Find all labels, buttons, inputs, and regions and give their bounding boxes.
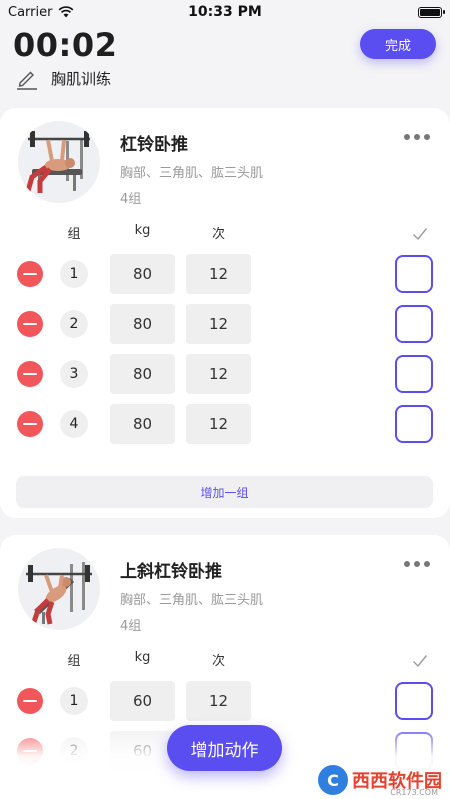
set-row: 3 80 12	[0, 354, 450, 394]
exercise-muscles: 胸部、三角肌、肱三头肌	[120, 593, 264, 608]
set-number: 2	[60, 310, 88, 338]
set-number: 1	[60, 260, 88, 288]
checkmark-icon	[413, 228, 428, 241]
set-done-checkbox[interactable]	[395, 405, 433, 443]
finish-button[interactable]: 完成	[360, 29, 436, 59]
kg-input[interactable]: 80	[110, 354, 175, 394]
workout-timer: 00:02	[13, 26, 118, 64]
kg-input[interactable]: 80	[110, 254, 175, 294]
set-done-checkbox[interactable]	[395, 305, 433, 343]
delete-set-button[interactable]	[17, 688, 43, 714]
site-watermark-logo: C 西西软件园 CR173.COM	[318, 765, 442, 797]
watermark-logo-icon: C	[318, 765, 348, 795]
pencil-icon[interactable]	[15, 66, 39, 90]
wifi-icon	[59, 6, 74, 18]
set-row: 1 80 12	[0, 254, 450, 294]
reps-input[interactable]: 12	[186, 304, 251, 344]
set-done-checkbox[interactable]	[395, 355, 433, 393]
set-number: 4	[60, 410, 88, 438]
exercise-image-bench-press	[18, 121, 100, 203]
delete-set-button[interactable]	[17, 361, 43, 387]
header: 00:02 完成 胸肌训练	[0, 24, 450, 104]
column-header-reps: 次	[211, 227, 225, 242]
plan-name: 胸肌训练	[51, 69, 112, 88]
kg-input[interactable]: 80	[110, 404, 175, 444]
exercise-sets-count: 4组	[120, 619, 142, 634]
exercise-muscles: 胸部、三角肌、肱三头肌	[120, 166, 264, 181]
column-header-kg: kg	[134, 650, 151, 665]
set-row: 2 80 12	[0, 304, 450, 344]
add-exercise-button[interactable]: 增加动作	[167, 725, 282, 771]
column-header-set: 组	[67, 654, 81, 669]
exercise-card: 杠铃卧推 胸部、三角肌、肱三头肌 4组 组 kg 次 1 80 12 2 80 …	[0, 108, 450, 518]
exercise-name: 杠铃卧推	[120, 135, 188, 155]
delete-set-button[interactable]	[17, 411, 43, 437]
watermark-subtext: CR173.COM	[390, 788, 438, 797]
set-number: 1	[60, 687, 88, 715]
more-dots-icon[interactable]	[404, 134, 430, 140]
reps-input[interactable]: 12	[186, 254, 251, 294]
reps-input[interactable]: 12	[186, 404, 251, 444]
reps-input[interactable]: 12	[186, 681, 251, 721]
battery-icon	[418, 6, 445, 18]
set-done-checkbox[interactable]	[395, 255, 433, 293]
column-header-reps: 次	[211, 654, 225, 669]
set-row: 4 80 12	[0, 404, 450, 444]
set-done-checkbox[interactable]	[395, 682, 433, 720]
exercise-sets-count: 4组	[120, 192, 142, 207]
column-header-kg: kg	[134, 223, 151, 238]
add-set-button[interactable]: 增加一组	[16, 476, 433, 508]
status-left: Carrier	[8, 5, 74, 20]
set-number: 3	[60, 360, 88, 388]
reps-input[interactable]: 12	[186, 354, 251, 394]
carrier-label: Carrier	[8, 4, 53, 20]
kg-input[interactable]: 60	[110, 681, 175, 721]
kg-input[interactable]: 80	[110, 304, 175, 344]
status-bar: Carrier 10:33 PM	[0, 0, 450, 24]
delete-set-button[interactable]	[17, 261, 43, 287]
exercise-image-incline-bench-press	[18, 548, 100, 630]
set-row: 1 60 12	[0, 681, 450, 721]
plan-title-row[interactable]: 胸肌训练	[15, 66, 111, 90]
column-header-set: 组	[67, 227, 81, 242]
delete-set-button[interactable]	[17, 311, 43, 337]
checkmark-icon	[413, 655, 428, 668]
exercise-name: 上斜杠铃卧推	[120, 562, 222, 582]
more-dots-icon[interactable]	[404, 561, 430, 567]
